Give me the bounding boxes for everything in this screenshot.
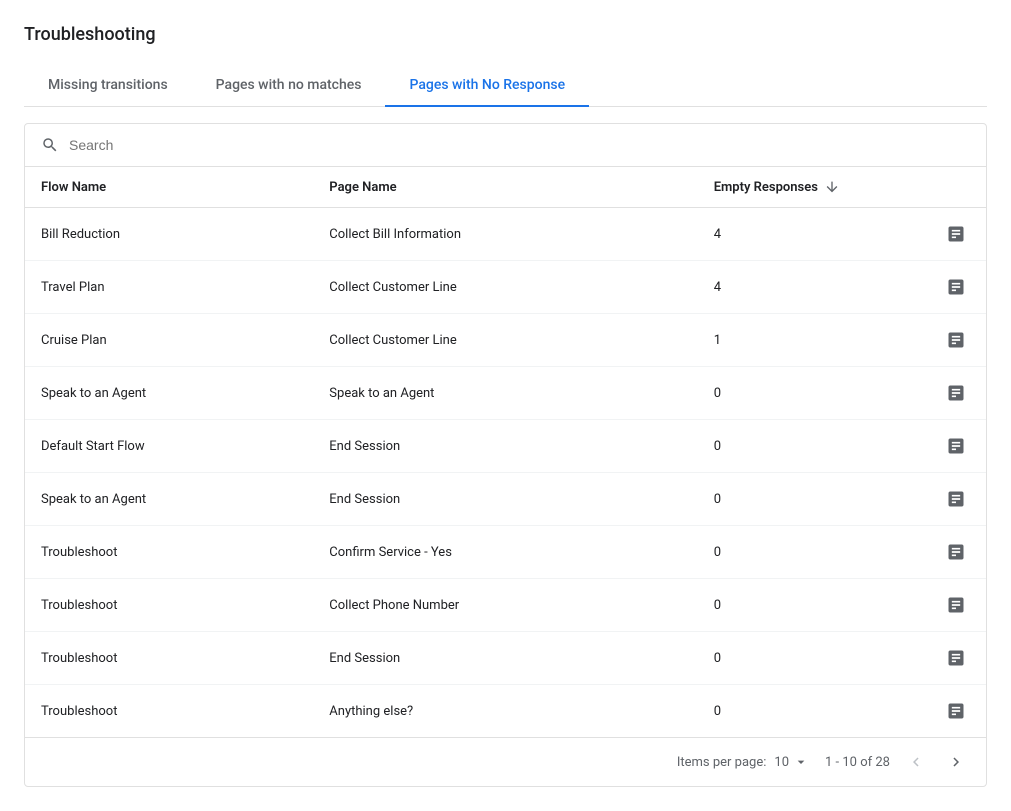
cell-action [890,632,986,685]
prev-page-button[interactable] [902,748,930,776]
cell-page-name: End Session [313,632,697,685]
tab-bar: Missing transitions Pages with no matche… [24,65,987,107]
search-input[interactable] [69,137,970,153]
cell-empty-responses: 0 [698,526,890,579]
cell-page-name: Anything else? [313,685,697,738]
cell-page-name: Collect Bill Information [313,208,697,261]
cell-empty-responses: 4 [698,208,890,261]
table-row: Cruise Plan Collect Customer Line 1 [25,314,986,367]
cell-action [890,473,986,526]
items-per-page-label: Items per page: [677,755,767,770]
col-header-flow-name: Flow Name [25,167,313,208]
table-row: Troubleshoot Anything else? 0 [25,685,986,738]
cell-page-name: Collect Customer Line [313,314,697,367]
dropdown-icon [793,754,809,770]
pagination-info: 1 - 10 of 28 [825,755,890,770]
cell-empty-responses: 0 [698,579,890,632]
row-detail-button[interactable] [942,432,970,460]
cell-page-name: Collect Customer Line [313,261,697,314]
content-card: Flow Name Page Name Empty Responses [24,123,987,787]
cell-page-name: End Session [313,473,697,526]
next-page-button[interactable] [942,748,970,776]
cell-flow-name: Cruise Plan [25,314,313,367]
table-row: Travel Plan Collect Customer Line 4 [25,261,986,314]
table-row: Speak to an Agent End Session 0 [25,473,986,526]
pagination-section: 1 - 10 of 28 [825,748,970,776]
cell-empty-responses: 1 [698,314,890,367]
table-row: Speak to an Agent Speak to an Agent 0 [25,367,986,420]
cell-flow-name: Default Start Flow [25,420,313,473]
cell-flow-name: Troubleshoot [25,632,313,685]
cell-empty-responses: 0 [698,632,890,685]
cell-page-name: End Session [313,420,697,473]
items-per-page-section: Items per page: 10 [677,754,809,770]
table-row: Default Start Flow End Session 0 [25,420,986,473]
col-header-action [890,167,986,208]
row-detail-button[interactable] [942,220,970,248]
search-icon [41,136,59,154]
row-detail-button[interactable] [942,273,970,301]
cell-action [890,261,986,314]
cell-empty-responses: 0 [698,685,890,738]
table-row: Troubleshoot Confirm Service - Yes 0 [25,526,986,579]
cell-empty-responses: 0 [698,473,890,526]
table-row: Bill Reduction Collect Bill Information … [25,208,986,261]
row-detail-button[interactable] [942,379,970,407]
col-header-empty-responses[interactable]: Empty Responses [698,167,890,208]
cell-flow-name: Speak to an Agent [25,473,313,526]
tab-no-response[interactable]: Pages with No Response [385,65,589,107]
sort-icon [824,179,840,195]
row-detail-button[interactable] [942,591,970,619]
cell-action [890,579,986,632]
cell-action [890,526,986,579]
cell-empty-responses: 0 [698,367,890,420]
cell-action [890,314,986,367]
col-header-page-name: Page Name [313,167,697,208]
cell-flow-name: Troubleshoot [25,685,313,738]
cell-flow-name: Troubleshoot [25,579,313,632]
chevron-left-icon [907,753,925,771]
cell-flow-name: Speak to an Agent [25,367,313,420]
cell-action [890,208,986,261]
row-detail-button[interactable] [942,485,970,513]
row-detail-button[interactable] [942,326,970,354]
data-table: Flow Name Page Name Empty Responses [25,167,986,737]
cell-page-name: Confirm Service - Yes [313,526,697,579]
table-row: Troubleshoot Collect Phone Number 0 [25,579,986,632]
tab-missing-transitions[interactable]: Missing transitions [24,65,192,107]
table-footer: Items per page: 10 1 - 10 of 28 [25,737,986,786]
cell-page-name: Collect Phone Number [313,579,697,632]
row-detail-button[interactable] [942,538,970,566]
tab-no-matches[interactable]: Pages with no matches [192,65,386,107]
cell-action [890,420,986,473]
cell-flow-name: Troubleshoot [25,526,313,579]
cell-action [890,685,986,738]
cell-flow-name: Travel Plan [25,261,313,314]
cell-empty-responses: 4 [698,261,890,314]
table-row: Troubleshoot End Session 0 [25,632,986,685]
search-bar [25,124,986,167]
cell-action [890,367,986,420]
chevron-right-icon [947,753,965,771]
cell-page-name: Speak to an Agent [313,367,697,420]
items-per-page-select[interactable]: 10 [774,754,809,770]
page-title: Troubleshooting [24,24,987,45]
row-detail-button[interactable] [942,697,970,725]
cell-empty-responses: 0 [698,420,890,473]
items-per-page-value: 10 [774,755,789,770]
cell-flow-name: Bill Reduction [25,208,313,261]
